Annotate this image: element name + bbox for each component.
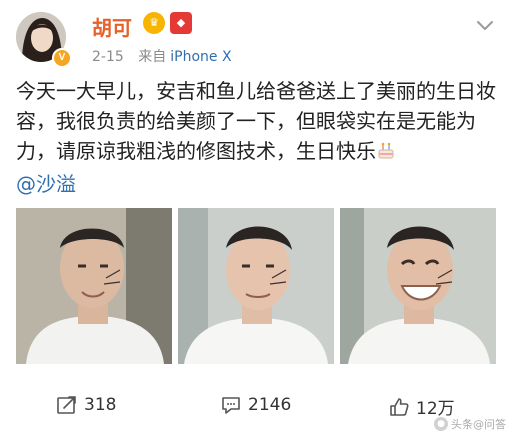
red-envelope-icon: ◆ [170,12,192,34]
post-body: 今天一大早儿，安吉和鱼儿给爸爸送上了美丽的生日妆容，我很负责的给美颜了一下，但眼… [16,76,500,199]
chevron-down-icon[interactable] [474,14,496,36]
comment-count: 2146 [248,395,292,415]
member-crown-icon: ♛ [143,12,165,34]
username[interactable]: 胡可 [92,12,132,41]
man-photo-icon [16,208,172,364]
post-text: 今天一大早儿，安吉和鱼儿给爸爸送上了美丽的生日妆容，我很负责的给美颜了一下，但眼… [16,79,496,163]
verified-badge-icon: V [52,48,72,68]
thumbs-up-icon [390,397,409,416]
post-source[interactable]: iPhone X [170,49,231,65]
post-header: V 胡可 ♛ ◆ 2-15 来自 iPhone X [0,0,512,72]
photo-1[interactable] [16,208,172,364]
action-bar: 318 2146 12万 ● 头条@问答 [0,384,512,436]
photo-2[interactable] [178,208,334,364]
source-prefix: 来自 [138,49,167,65]
repost-count: 318 [84,395,117,415]
repost-icon [57,396,76,414]
comment-icon [222,397,240,414]
repost-button[interactable]: 318 [56,394,116,416]
birthday-cake-icon [376,139,396,169]
post-date: 2-15 [92,49,124,65]
comment-button[interactable]: 2146 [220,394,291,416]
watermark-text: 头条@问答 [451,418,506,431]
watermark: ● 头条@问答 [434,416,506,432]
watermark-logo-icon: ● [434,417,448,431]
photo-grid [16,208,496,364]
man-photo-icon [340,208,496,364]
post-meta: 2-15 来自 iPhone X [92,46,232,66]
man-photo-icon [178,208,334,364]
mention-link[interactable]: @沙溢 [16,172,76,196]
photo-3[interactable] [340,208,496,364]
